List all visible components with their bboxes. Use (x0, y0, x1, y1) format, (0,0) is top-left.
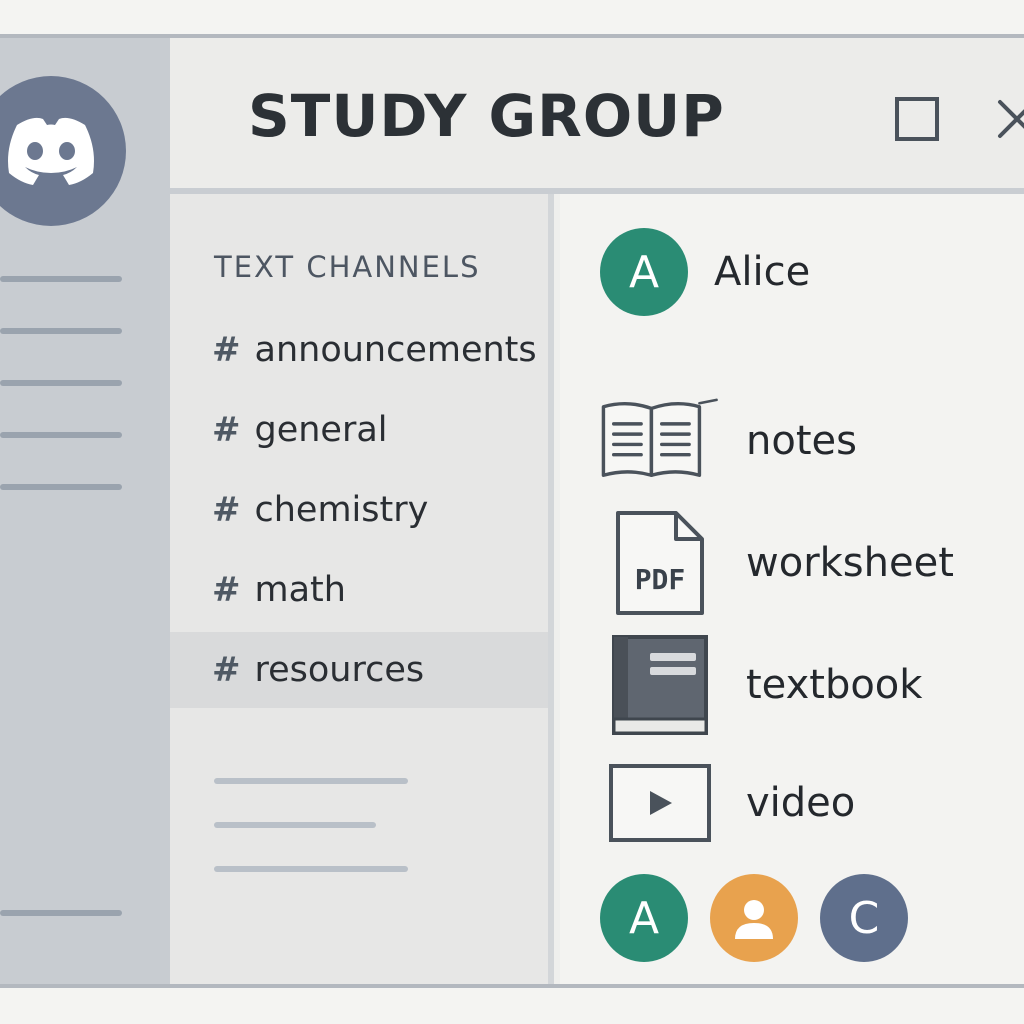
member-avatars: A C (600, 874, 908, 962)
rail-separator (0, 276, 122, 282)
maximize-icon (895, 97, 939, 141)
file-label: textbook (746, 662, 923, 708)
user-entry[interactable]: A Alice (600, 228, 810, 316)
content-panel: A Alice notes PDF worksheet textbook vid… (560, 194, 1024, 984)
file-item-textbook[interactable]: textbook (600, 630, 1024, 740)
page-title: STUDY GROUP (248, 82, 725, 150)
channel-name: announcements (254, 330, 537, 370)
pdf-file-icon: PDF (600, 508, 720, 618)
hash-icon: # (212, 330, 241, 370)
close-icon (998, 100, 1024, 138)
channel-name: resources (254, 650, 425, 690)
channel-list: TEXT CHANNELS # announcements # general … (170, 194, 554, 984)
server-icon[interactable] (0, 76, 126, 226)
file-item-worksheet[interactable]: PDF worksheet (600, 508, 1024, 618)
user-silhouette-icon (735, 900, 773, 939)
discord-logo-icon (8, 117, 94, 185)
placeholder-line (214, 822, 376, 828)
file-label: video (746, 780, 856, 826)
hash-icon: # (212, 410, 241, 450)
textbook-icon (600, 630, 720, 740)
channel-general[interactable]: # general (170, 392, 548, 468)
user-name: Alice (714, 249, 811, 295)
rail-separator (0, 432, 122, 438)
avatar: A (600, 228, 688, 316)
hash-icon: # (212, 490, 241, 530)
rail-separator (0, 910, 122, 916)
member-avatar[interactable]: A (600, 874, 688, 962)
channel-name: general (254, 410, 388, 450)
channel-announcements[interactable]: # announcements (170, 312, 548, 388)
channel-name: math (254, 570, 346, 610)
rail-separator (0, 484, 122, 490)
video-play-icon (600, 748, 720, 858)
pdf-icon-text: PDF (635, 563, 686, 596)
placeholder-line (214, 778, 408, 784)
rail-separator (0, 328, 122, 334)
hash-icon: # (212, 650, 241, 690)
member-avatar[interactable] (710, 874, 798, 962)
window-header: STUDY GROUP (170, 38, 1024, 194)
rail-separator (0, 380, 122, 386)
open-book-icon (600, 386, 720, 496)
channel-math[interactable]: # math (170, 552, 548, 628)
app-window: STUDY GROUP TEXT CHANNELS # announcement… (0, 34, 1024, 988)
file-item-notes[interactable]: notes (600, 386, 1024, 496)
hash-icon: # (212, 570, 241, 610)
file-label: worksheet (746, 540, 954, 586)
channel-name: chemistry (254, 490, 429, 530)
close-button[interactable] (994, 96, 1024, 142)
channel-chemistry[interactable]: # chemistry (170, 472, 548, 548)
maximize-button[interactable] (894, 96, 940, 142)
channel-resources[interactable]: # resources (170, 632, 548, 708)
member-avatar[interactable]: C (820, 874, 908, 962)
file-item-video[interactable]: video (600, 748, 1024, 858)
server-rail (0, 38, 170, 984)
placeholder-line (214, 866, 408, 872)
file-label: notes (746, 418, 857, 464)
section-label-text-channels: TEXT CHANNELS (214, 250, 481, 284)
